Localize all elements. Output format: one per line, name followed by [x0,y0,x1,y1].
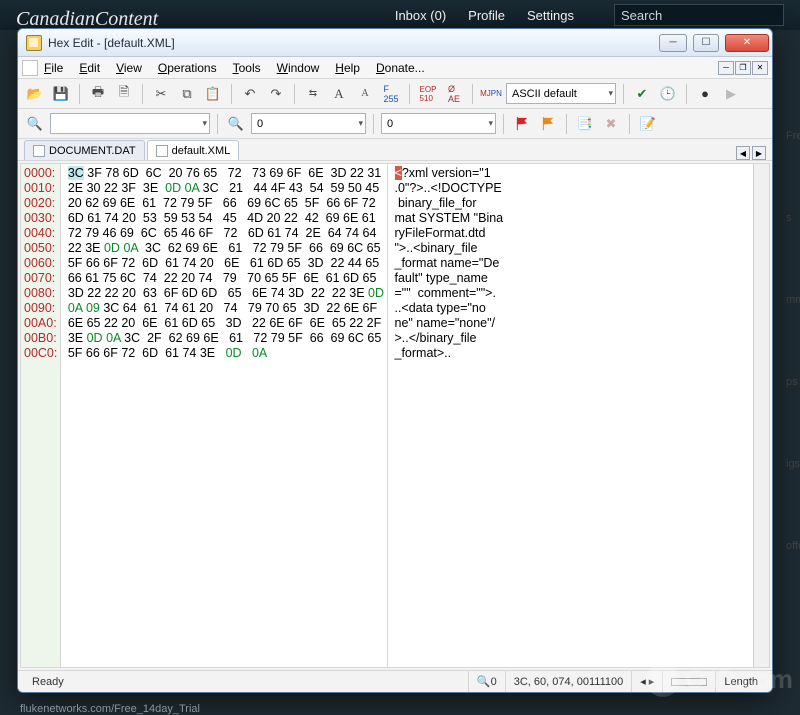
address-column: 0000: 0010: 0020: 0030: 0040: 0050: 0060… [21,164,61,667]
titlebar[interactable]: Hex Edit - [default.XML] ─ ☐ ✕ [18,29,772,57]
tab-label: DOCUMENT.DAT [49,145,136,157]
tab-label: default.XML [172,145,231,157]
tab-scroll-right-icon[interactable]: ▶ [752,146,766,160]
play-icon[interactable]: ▶ [720,83,742,105]
mj-pn-icon[interactable]: MJPN [480,83,502,105]
hex-editor[interactable]: 0000: 0010: 0020: 0030: 0040: 0050: 0060… [20,163,770,668]
save-icon[interactable]: 💾 [50,83,72,105]
ae-icon[interactable]: ØAE [443,83,465,105]
clock-icon[interactable]: 🕒 [657,83,679,105]
menu-file[interactable]: File [44,61,63,75]
hex-bytes-column[interactable]: 3C 3F 78 6D 6C 20 76 65 72 73 69 6F 6E 3… [61,164,388,667]
menu-donate[interactable]: Donate... [376,61,425,75]
bookmark-add-icon[interactable]: 📑 [574,113,596,135]
status-length: Length [715,671,766,692]
maximize-button[interactable]: ☐ [693,34,719,52]
vertical-scrollbar[interactable] [753,164,769,667]
background-footer-link[interactable]: flukenetworks.com/Free_14day_Trial [20,703,200,715]
menu-edit[interactable]: Edit [79,61,100,75]
open-icon[interactable]: 📂 [24,83,46,105]
tab-document-dat[interactable]: DOCUMENT.DAT [24,140,145,160]
menu-view[interactable]: View [116,61,142,75]
copy-icon[interactable]: ⧉ [176,83,198,105]
toolbar-search: 🔍 🔍 0 0 📑 ✖ 📝 [18,109,772,139]
document-tabs: DOCUMENT.DAT default.XML ◀ ▶ [18,139,772,161]
paste-icon[interactable]: 📋 [202,83,224,105]
tab-default-xml[interactable]: default.XML [147,140,240,160]
toggle-address-icon[interactable]: ⇆ [302,83,324,105]
system-menu-icon[interactable] [22,60,38,76]
nav-settings[interactable]: Settings [527,8,574,23]
menu-operations[interactable]: Operations [158,61,217,75]
search-input[interactable]: Search [614,4,784,26]
menu-tools[interactable]: Tools [233,61,261,75]
flag-red-icon[interactable] [511,113,533,135]
flag-orange-icon[interactable] [537,113,559,135]
background-text-slivers: Fresmm psigs.offer [786,130,800,623]
menu-help[interactable]: Help [335,61,360,75]
find-combo-2[interactable]: 0 [251,113,366,134]
close-button[interactable]: ✕ [725,34,769,52]
binoculars-back-icon[interactable]: 🔍 [24,113,46,135]
menubar: File Edit View Operations Tools Window H… [18,57,772,79]
encoding-combo[interactable]: ASCII default [506,83,616,104]
increase-font-a-icon[interactable]: A [328,83,350,105]
tab-scroll-left-icon[interactable]: ◀ [736,146,750,160]
menu-window[interactable]: Window [277,61,320,75]
status-progress [662,671,715,692]
status-nav[interactable]: ◂ ▸ [631,671,662,692]
status-byte-info: 3C, 60, 074, 00111100 [505,671,631,692]
find-combo-1[interactable] [50,113,210,134]
redo-icon[interactable]: ↷ [265,83,287,105]
file-icon [156,145,168,157]
site-nav: Inbox (0) Profile Settings Search [395,4,784,26]
status-find-count: 🔍 0 [468,671,505,692]
site-header: CanadianContent Inbox (0) Profile Settin… [0,0,800,30]
decrease-font-a-icon[interactable]: A [354,83,376,105]
columns-icon[interactable]: F255 [380,83,402,105]
hexedit-window: Hex Edit - [default.XML] ─ ☐ ✕ File Edit… [17,28,773,693]
nav-profile[interactable]: Profile [468,8,505,23]
mdi-restore-icon[interactable]: ❐ [735,61,751,75]
cut-icon[interactable]: ✂ [150,83,172,105]
status-bar: Ready 🔍 0 3C, 60, 074, 00111100 ◂ ▸ Leng… [18,670,772,692]
mdi-minimize-icon[interactable]: ─ [718,61,734,75]
find-combo-3[interactable]: 0 [381,113,496,134]
app-icon [26,35,42,51]
eop-icon[interactable]: EOP510 [417,83,439,105]
print-preview-icon[interactable]: 🗎 [113,83,135,105]
window-title: Hex Edit - [default.XML] [48,36,175,50]
check-icon[interactable]: ✔ [631,83,653,105]
minimize-button[interactable]: ─ [659,34,687,52]
nav-inbox[interactable]: Inbox (0) [395,8,446,23]
toolbar-main: 📂 💾 🖶 🗎 ✂ ⧉ 📋 ↶ ↷ ⇆ A A F255 EOP510 ØAE … [18,79,772,109]
bookmark-delete-icon[interactable]: ✖ [600,113,622,135]
file-icon [33,145,45,157]
undo-icon[interactable]: ↶ [239,83,261,105]
binoculars-icon[interactable]: 🔍 [225,113,247,135]
record-icon[interactable]: ● [694,83,716,105]
calculator-icon[interactable]: 📝 [637,113,659,135]
status-ready: Ready [24,671,468,692]
print-icon[interactable]: 🖶 [87,83,109,105]
ascii-column[interactable]: <?xml version="1 .0"?>..<!DOCTYPE binary… [388,164,769,667]
mdi-close-icon[interactable]: ✕ [752,61,768,75]
